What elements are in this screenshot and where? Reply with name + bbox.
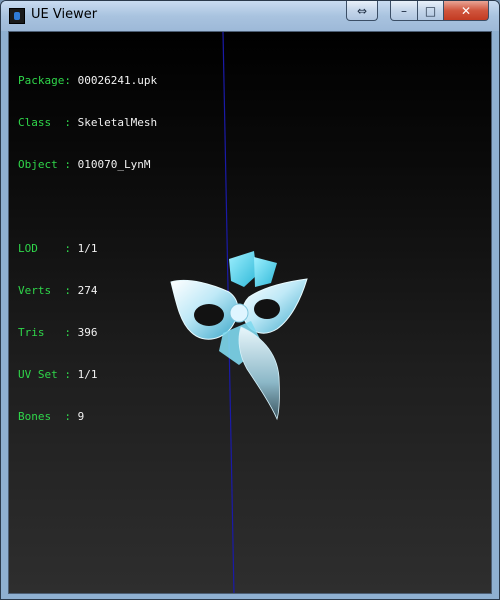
info-row-lod: LOD : 1/1 bbox=[18, 242, 157, 256]
verts-value: 274 bbox=[77, 284, 98, 297]
tris-value: 396 bbox=[77, 326, 98, 339]
lod-label: LOD : bbox=[18, 242, 71, 255]
maximize-button[interactable]: □ bbox=[417, 1, 444, 21]
mask-beak bbox=[238, 326, 280, 421]
3d-viewport[interactable]: Package: 00026241.upk Class : SkeletalMe… bbox=[8, 31, 492, 594]
mask-center-jewel bbox=[229, 303, 249, 323]
close-icon: ✕ bbox=[460, 3, 472, 18]
minimize-button[interactable]: – bbox=[390, 1, 418, 21]
mask-feather-left bbox=[229, 251, 257, 287]
info-row-package: Package: 00026241.upk bbox=[18, 74, 157, 88]
object-value: 010070_LynM bbox=[77, 158, 151, 171]
package-value: 00026241.upk bbox=[77, 74, 158, 87]
class-label: Class : bbox=[18, 116, 71, 129]
double-arrow-icon: ⇔ bbox=[356, 3, 368, 18]
mask-left-eye-hole bbox=[194, 304, 224, 326]
mask-feather-right bbox=[254, 257, 277, 287]
app-icon bbox=[9, 8, 25, 24]
info-row-object: Object : 010070_LynM bbox=[18, 158, 157, 172]
class-value: SkeletalMesh bbox=[77, 116, 158, 129]
window-title: UE Viewer bbox=[31, 7, 98, 22]
resize-button[interactable]: ⇔ bbox=[346, 1, 378, 21]
bones-value: 9 bbox=[77, 410, 85, 423]
bird-beak-mask-icon[interactable] bbox=[159, 247, 319, 427]
info-row-uvset: UV Set : 1/1 bbox=[18, 368, 157, 382]
info-row-class: Class : SkeletalMesh bbox=[18, 116, 157, 130]
close-button[interactable]: ✕ bbox=[443, 1, 489, 21]
verts-label: Verts : bbox=[18, 284, 71, 297]
mesh-info-panel: Package: 00026241.upk Class : SkeletalMe… bbox=[18, 46, 157, 452]
uvset-label: UV Set : bbox=[18, 368, 71, 381]
info-row-tris: Tris : 396 bbox=[18, 326, 157, 340]
package-label: Package: bbox=[18, 74, 71, 87]
minimize-icon: – bbox=[401, 3, 407, 18]
maximize-icon: □ bbox=[424, 3, 437, 18]
tris-label: Tris : bbox=[18, 326, 71, 339]
lod-value: 1/1 bbox=[77, 242, 98, 255]
ue-viewer-window: UE Viewer ⇔ – □ ✕ Package: 00026241.upk … bbox=[0, 0, 500, 600]
info-row-bones: Bones : 9 bbox=[18, 410, 157, 424]
bones-label: Bones : bbox=[18, 410, 71, 423]
object-label: Object : bbox=[18, 158, 71, 171]
mask-right-eye-hole bbox=[254, 299, 280, 319]
uvset-value: 1/1 bbox=[77, 368, 98, 381]
info-row-verts: Verts : 274 bbox=[18, 284, 157, 298]
